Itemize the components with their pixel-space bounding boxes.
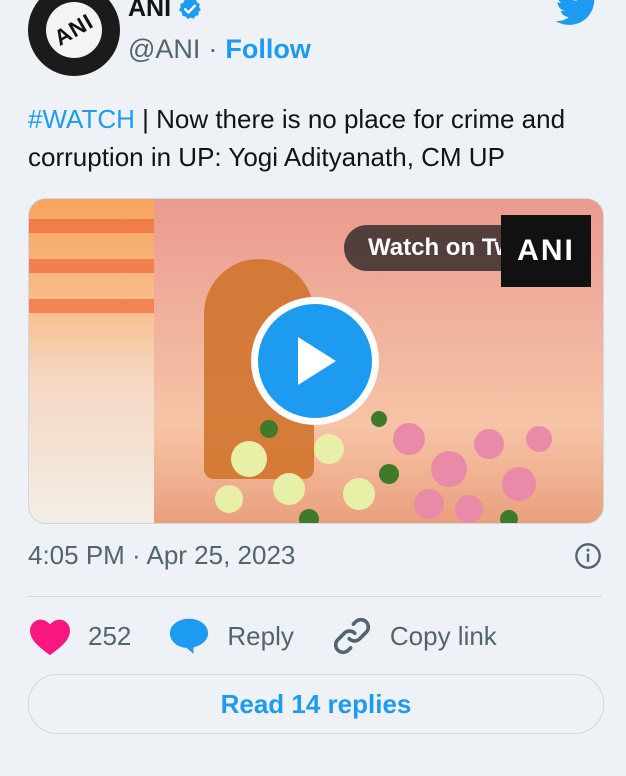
avatar[interactable]: ANI bbox=[28, 0, 120, 76]
video-stripe bbox=[29, 299, 154, 313]
separator-dot: · bbox=[208, 34, 218, 64]
divider bbox=[28, 596, 602, 597]
timestamp[interactable]: 4:05 PM · Apr 25, 2023 bbox=[28, 540, 295, 571]
info-icon[interactable] bbox=[574, 542, 602, 570]
actions-bar: 252 Reply Copy link bbox=[28, 612, 602, 660]
author-name-row[interactable]: ANI bbox=[128, 0, 203, 23]
read-replies-button[interactable]: Read 14 replies bbox=[28, 674, 604, 734]
like-count: 252 bbox=[88, 620, 132, 651]
tweet-text: #WATCH | Now there is no place for crime… bbox=[28, 100, 608, 176]
like-button[interactable]: 252 bbox=[28, 616, 131, 656]
play-button[interactable] bbox=[251, 297, 379, 425]
verified-icon bbox=[179, 0, 201, 19]
follow-button[interactable]: Follow bbox=[225, 34, 310, 65]
avatar-logo-text: ANI bbox=[49, 8, 98, 51]
author-name[interactable]: ANI bbox=[128, 0, 171, 23]
copy-link-label: Copy link bbox=[389, 620, 497, 651]
flowers-decoration bbox=[215, 411, 552, 523]
reply-label: Reply bbox=[227, 620, 294, 651]
timestamp-row: 4:05 PM · Apr 25, 2023 bbox=[28, 540, 602, 571]
video-stripe bbox=[29, 259, 154, 273]
ani-watermark-logo: ANI bbox=[501, 215, 591, 287]
heart-icon bbox=[30, 619, 70, 656]
author-handle[interactable]: @ANI bbox=[128, 34, 200, 65]
twitter-bird-icon[interactable] bbox=[556, 0, 600, 28]
play-icon bbox=[258, 304, 372, 418]
video-background-left bbox=[29, 199, 154, 523]
video-stripe bbox=[29, 219, 154, 233]
copy-link-button[interactable]: Copy link bbox=[330, 614, 497, 658]
hashtag-link[interactable]: #WATCH bbox=[28, 104, 135, 134]
handle-row: @ANI · Follow bbox=[128, 34, 311, 65]
video-thumbnail[interactable]: Watch on Twitter ANI bbox=[28, 198, 604, 524]
link-icon bbox=[333, 617, 370, 655]
reply-button[interactable]: Reply bbox=[167, 616, 294, 656]
avatar-logo: ANI bbox=[35, 0, 113, 69]
reply-bubble-icon bbox=[170, 618, 209, 654]
